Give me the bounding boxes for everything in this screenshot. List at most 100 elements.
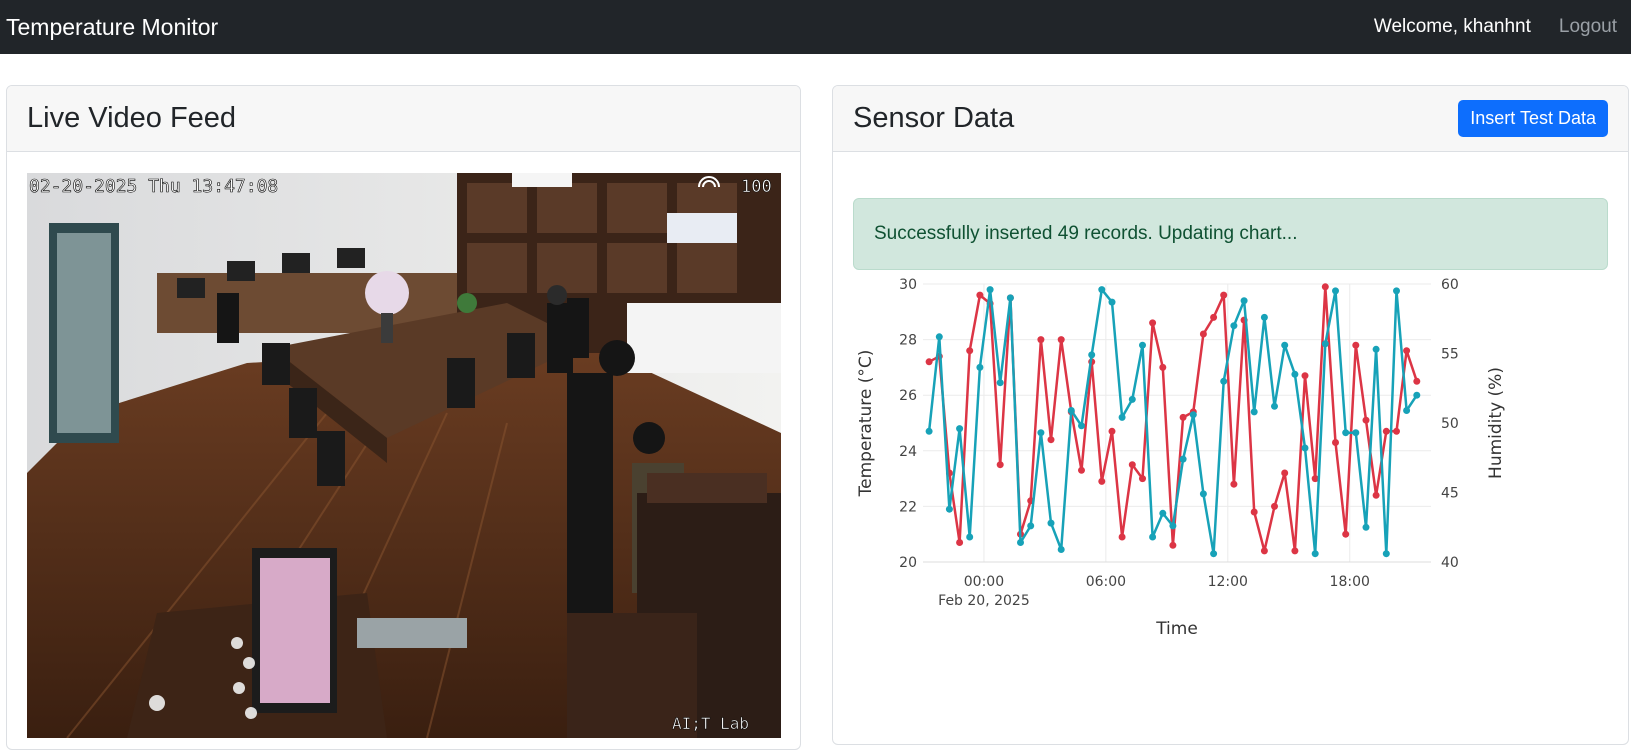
temperature-point[interactable] (996, 461, 1004, 469)
humidity-point[interactable] (1362, 523, 1370, 531)
temperature-point[interactable] (1047, 436, 1055, 444)
temperature-point[interactable] (956, 539, 964, 546)
humidity-point[interactable] (1382, 550, 1390, 558)
humidity-point[interactable] (1210, 550, 1218, 558)
temperature-point[interactable] (1301, 372, 1309, 380)
humidity-point[interactable] (1321, 340, 1329, 348)
x-tick-sublabel: Feb 20, 2025 (938, 593, 1030, 609)
humidity-point[interactable] (925, 427, 933, 435)
temperature-point[interactable] (1037, 336, 1045, 344)
humidity-point[interactable] (1047, 519, 1055, 527)
temperature-point[interactable] (1291, 547, 1299, 555)
humidity-point[interactable] (1240, 297, 1248, 305)
temperature-point[interactable] (1230, 480, 1238, 488)
temperature-point[interactable] (1352, 341, 1360, 349)
temperature-point[interactable] (1372, 491, 1380, 499)
humidity-point[interactable] (1281, 341, 1289, 349)
y-tick-label: 24 (899, 444, 917, 460)
humidity-point[interactable] (1108, 298, 1116, 306)
temperature-point[interactable] (1271, 502, 1278, 510)
sensor-chart[interactable]: 20 22 24 26 28 30 40 45 50 55 60 00:00 Feb 20, 2025 0… (833, 270, 1628, 670)
humidity-point[interactable] (1332, 287, 1339, 295)
temperature-point[interactable] (1118, 533, 1126, 541)
humidity-point[interactable] (1260, 313, 1268, 321)
temperature-point[interactable] (1413, 377, 1421, 385)
temperature-point[interactable] (1210, 313, 1218, 321)
humidity-point[interactable] (1179, 455, 1187, 463)
humidity-point[interactable] (1189, 411, 1197, 419)
temperature-point[interactable] (1362, 416, 1370, 424)
temperature-point[interactable] (976, 291, 984, 299)
humidity-point[interactable] (1220, 377, 1228, 385)
humidity-point[interactable] (1393, 287, 1400, 295)
humidity-point[interactable] (1098, 286, 1106, 294)
temperature-point[interactable] (1108, 427, 1116, 435)
humidity-point[interactable] (945, 505, 953, 513)
humidity-point[interactable] (1342, 429, 1350, 437)
humidity-point[interactable] (966, 533, 974, 541)
temperature-point[interactable] (1169, 541, 1177, 549)
humidity-point[interactable] (1057, 546, 1065, 553)
humidity-point[interactable] (1403, 407, 1411, 414)
temperature-point[interactable] (1393, 427, 1400, 435)
humidity-point[interactable] (1271, 402, 1278, 410)
humidity-point[interactable] (1149, 533, 1157, 541)
humidity-point[interactable] (976, 363, 984, 371)
temperature-point[interactable] (1220, 291, 1228, 299)
humidity-point[interactable] (1352, 429, 1360, 437)
video-feed[interactable]: 02-20-2025 Thu 13:47:08 100 AI;T Lab (27, 173, 781, 738)
humidity-point[interactable] (1250, 408, 1258, 416)
live-video-card: Live Video Feed 02-20-2025 Thu 13:47:08 … (6, 85, 801, 750)
y-tick-label: 20 (899, 555, 917, 571)
temperature-point[interactable] (1149, 319, 1157, 327)
humidity-point[interactable] (1311, 550, 1319, 558)
humidity-point[interactable] (1199, 490, 1207, 498)
temperature-point[interactable] (1078, 466, 1085, 474)
humidity-point[interactable] (1159, 509, 1167, 517)
chart-svg: 20 22 24 26 28 30 40 45 50 55 60 00:00 Feb 20, 2025 0… (856, 277, 1506, 639)
humidity-point[interactable] (1118, 413, 1126, 421)
humidity-point[interactable] (1139, 341, 1146, 349)
temperature-point[interactable] (1128, 461, 1136, 469)
temperature-point[interactable] (1382, 427, 1390, 435)
humidity-point[interactable] (1067, 407, 1075, 414)
temperature-point[interactable] (1098, 477, 1106, 485)
temperature-point[interactable] (1260, 547, 1268, 555)
humidity-point[interactable] (1230, 322, 1238, 330)
humidity-point[interactable] (1006, 294, 1014, 302)
welcome-text: Welcome, khanhnt (1373, 16, 1531, 37)
humidity-point[interactable] (1169, 522, 1177, 530)
humidity-point[interactable] (935, 333, 943, 341)
temperature-point[interactable] (966, 347, 974, 355)
temperature-point[interactable] (1321, 283, 1329, 291)
temperature-point[interactable] (1159, 363, 1167, 371)
temperature-point[interactable] (925, 358, 933, 366)
temperature-point[interactable] (1179, 413, 1187, 421)
humidity-point[interactable] (986, 286, 994, 294)
video-watermark-overlay: AI;T Lab (672, 714, 749, 733)
humidity-point[interactable] (1037, 429, 1045, 437)
logout-link[interactable]: Logout (1559, 16, 1617, 38)
insert-test-data-button[interactable]: Insert Test Data (1458, 100, 1608, 137)
app-brand[interactable]: Temperature Monitor (6, 14, 218, 41)
temperature-point[interactable] (1342, 530, 1350, 538)
temperature-point[interactable] (1057, 336, 1065, 344)
temperature-point[interactable] (1281, 469, 1289, 477)
humidity-point[interactable] (1078, 422, 1085, 430)
humidity-point[interactable] (1372, 345, 1380, 353)
humidity-point[interactable] (1128, 395, 1136, 403)
humidity-point[interactable] (1301, 444, 1309, 452)
humidity-point[interactable] (1291, 370, 1299, 378)
temperature-point[interactable] (1199, 330, 1207, 338)
humidity-point[interactable] (1413, 391, 1421, 399)
temperature-point[interactable] (1403, 347, 1411, 355)
humidity-point[interactable] (1088, 351, 1096, 359)
temperature-point[interactable] (1250, 508, 1258, 516)
humidity-point[interactable] (1027, 522, 1035, 530)
humidity-point[interactable] (996, 379, 1004, 387)
y-tick-label: 22 (899, 499, 917, 515)
humidity-point[interactable] (1017, 539, 1024, 546)
temperature-point[interactable] (1332, 439, 1339, 446)
temperature-point[interactable] (1139, 475, 1146, 483)
humidity-point[interactable] (956, 425, 964, 433)
